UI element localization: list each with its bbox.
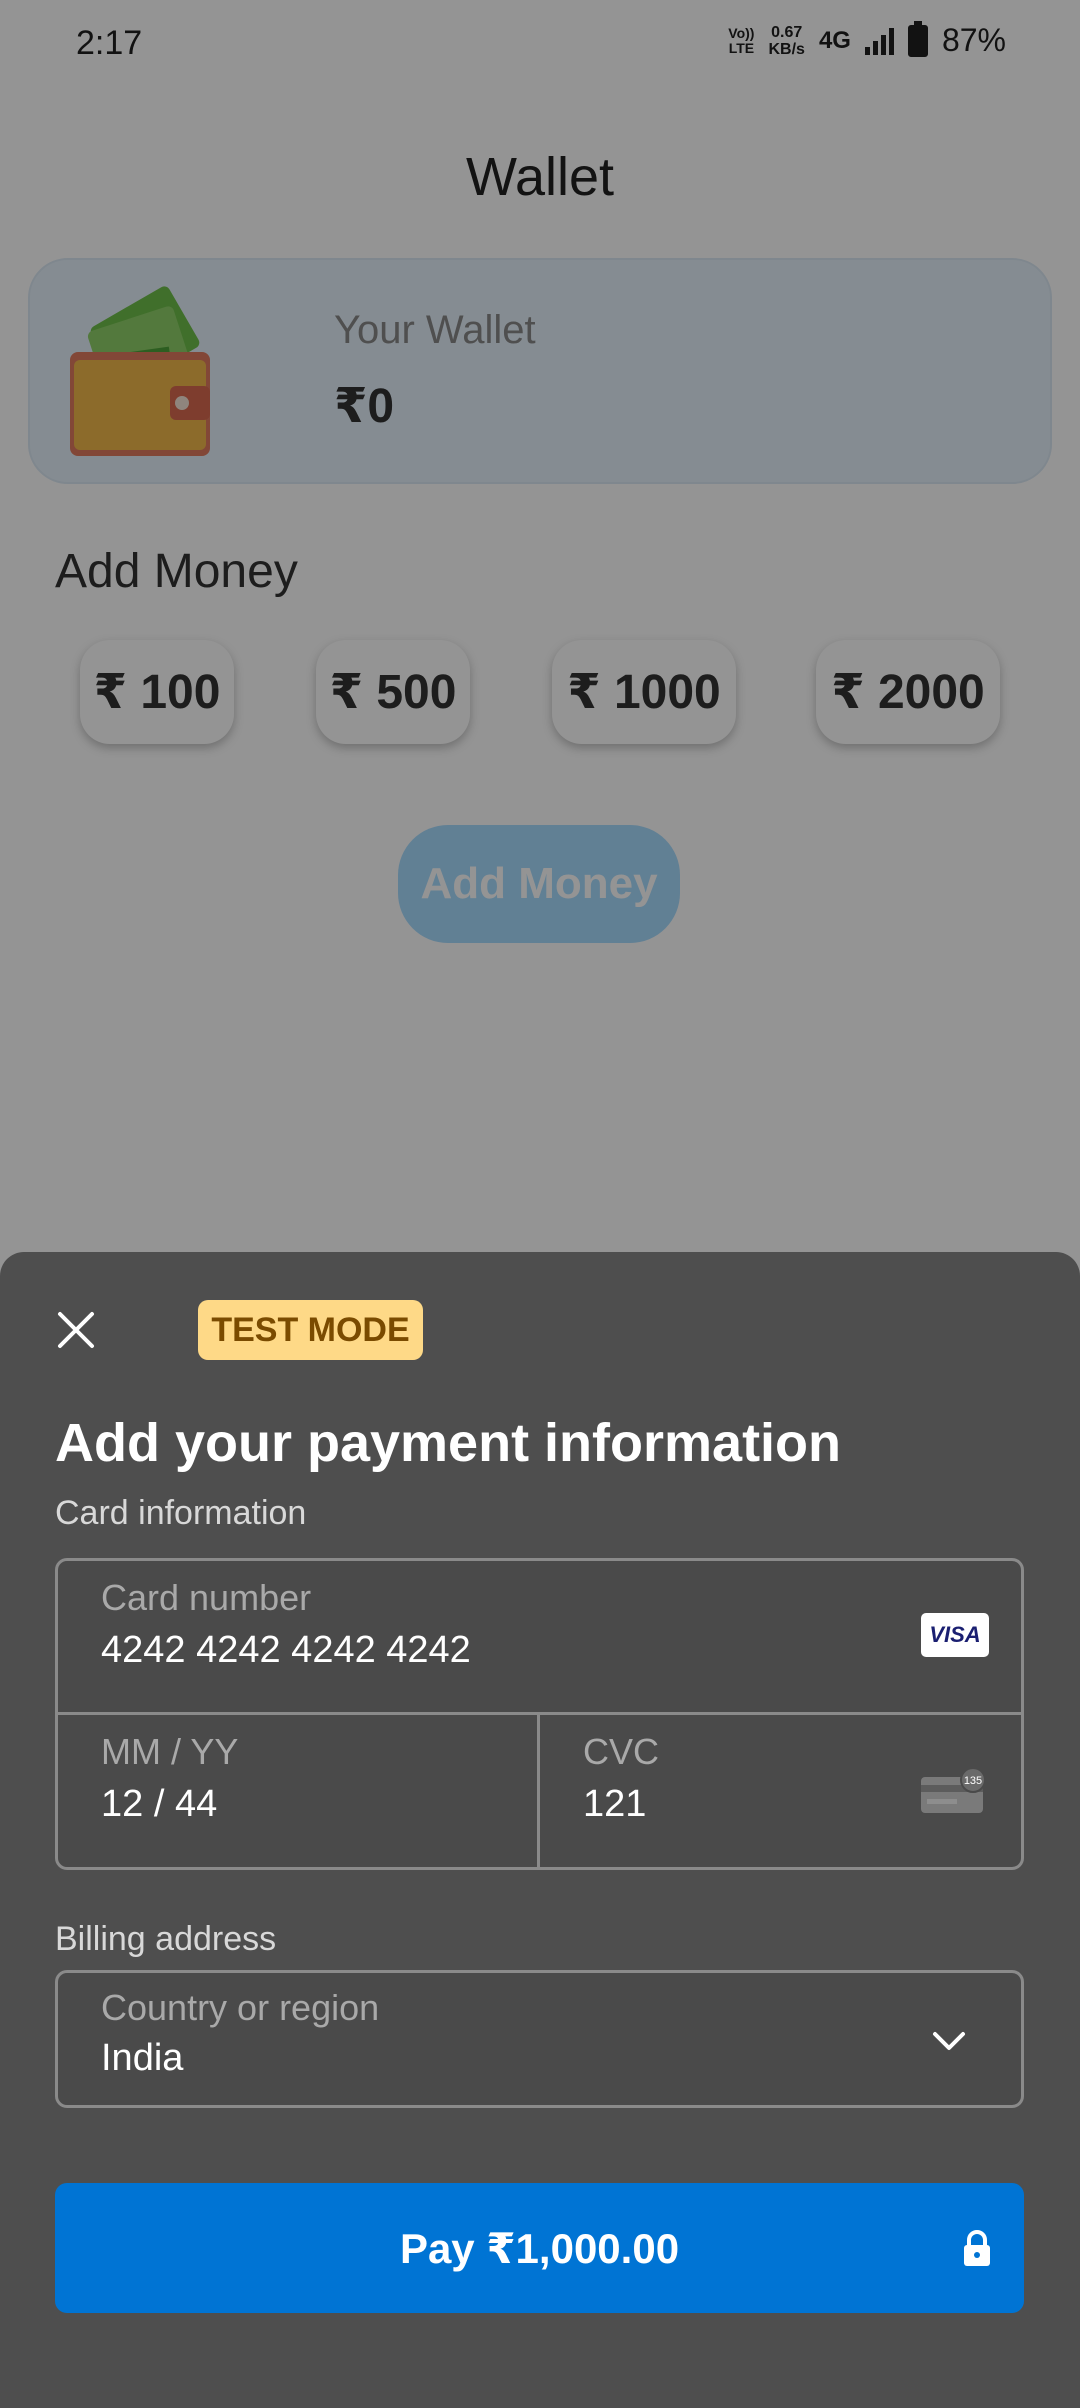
- country-value: India: [101, 2037, 184, 2079]
- country-placeholder: Country or region: [101, 1987, 380, 2028]
- expiry-placeholder: MM / YY: [101, 1731, 239, 1772]
- card-number-placeholder: Card number: [101, 1577, 312, 1618]
- pay-button[interactable]: Pay ₹1,000.00: [55, 2183, 1024, 2313]
- visa-card-icon: VISA: [921, 1613, 989, 1657]
- cvc-placeholder: CVC: [583, 1731, 660, 1772]
- billing-address-label: Billing address: [55, 1920, 277, 1958]
- expiry-value[interactable]: 12 / 44: [101, 1783, 217, 1826]
- expiry-field[interactable]: MM / YY 12 / 44: [58, 1715, 540, 1867]
- sheet-title: Add your payment information: [55, 1413, 842, 1473]
- close-icon[interactable]: [50, 1304, 102, 1356]
- payment-sheet: TEST MODE Add your payment information C…: [0, 1252, 1080, 2408]
- cvc-card-icon: 135: [921, 1767, 986, 1813]
- card-information-label: Card information: [55, 1494, 307, 1532]
- cvc-hint-text: 135: [964, 1775, 982, 1787]
- country-select[interactable]: Country or region India: [55, 1970, 1024, 2108]
- pay-button-label: Pay ₹1,000.00: [399, 2224, 680, 2272]
- lock-icon: [964, 2230, 990, 2266]
- card-input-group: Card number 4242 4242 4242 4242 VISA MM …: [55, 1558, 1024, 1870]
- cvc-field[interactable]: CVC 121 135: [540, 1715, 1021, 1867]
- chevron-down-icon[interactable]: [929, 2021, 969, 2061]
- test-mode-badge: TEST MODE: [198, 1300, 423, 1360]
- card-number-value[interactable]: 4242 4242 4242 4242: [101, 1629, 471, 1672]
- card-number-field[interactable]: Card number 4242 4242 4242 4242 VISA: [58, 1561, 1021, 1715]
- cvc-value[interactable]: 121: [583, 1783, 646, 1826]
